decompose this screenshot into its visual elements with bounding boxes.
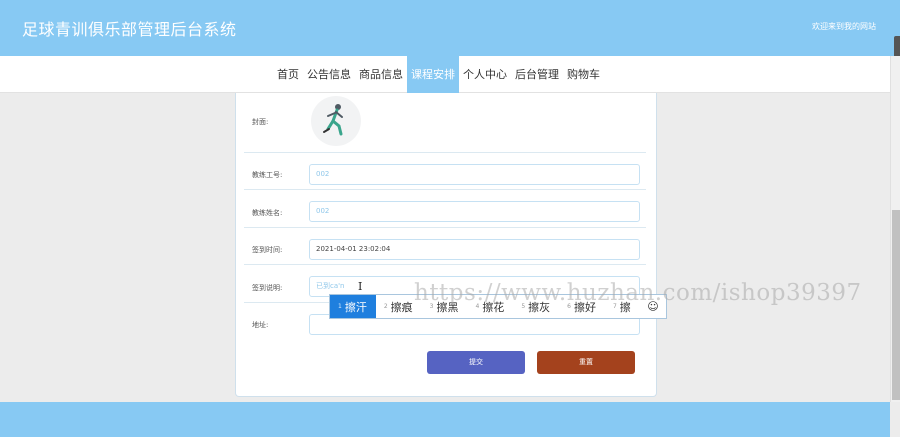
coach-id-field[interactable]: 002 (309, 164, 640, 185)
nav-items: 首页 公告信息 商品信息 课程安排 个人中心 后台管理 购物车 (273, 56, 604, 93)
ime-candidate[interactable]: 1 擦汗 (330, 295, 376, 318)
checkin-form-card: 封面: 教练工号: 002 教练姓名: 002 签到时间: 2021-04-01… (235, 93, 657, 397)
cover-label: 封面: (252, 118, 269, 126)
welcome-text: 欢迎来到我的网站 (812, 22, 876, 31)
divider (244, 227, 646, 228)
nav-item-cart[interactable]: 购物车 (563, 56, 604, 93)
site-title: 足球青训俱乐部管理后台系统 (22, 20, 237, 39)
reset-button[interactable]: 重置 (537, 351, 635, 374)
nav-item-home[interactable]: 首页 (273, 56, 303, 93)
coach-name-label: 教练姓名: (252, 209, 283, 217)
top-header: 足球青训俱乐部管理后台系统 欢迎来到我的网站 (0, 0, 900, 56)
coach-name-field[interactable]: 002 (309, 201, 640, 222)
checkin-time-label: 签到时间: (252, 246, 283, 254)
nav-item-admin[interactable]: 后台管理 (511, 56, 563, 93)
scrollbar-thumb[interactable] (892, 210, 900, 400)
checkin-note-label: 签到说明: (252, 284, 283, 292)
runner-icon (323, 104, 343, 136)
nav-item-products[interactable]: 商品信息 (355, 56, 407, 93)
text-cursor-icon: I (358, 280, 363, 293)
divider (244, 264, 646, 265)
coach-id-label: 教练工号: (252, 171, 283, 179)
address-label: 地址: (252, 321, 269, 329)
divider (244, 152, 646, 153)
page-scrollbar[interactable] (890, 56, 900, 402)
nav-item-personal-center[interactable]: 个人中心 (459, 56, 511, 93)
nav-item-course-schedule[interactable]: 课程安排 (407, 56, 459, 93)
submit-button[interactable]: 提交 (427, 351, 525, 374)
nav-item-notices[interactable]: 公告信息 (303, 56, 355, 93)
cover-image (311, 96, 361, 146)
divider (244, 189, 646, 190)
main-nav: 首页 公告信息 商品信息 课程安排 个人中心 后台管理 购物车 (0, 56, 890, 93)
watermark-text: https://www.huzhan.com/ishop39397 (414, 280, 862, 306)
checkin-time-field[interactable]: 2021-04-01 23:02:04 (309, 239, 640, 260)
footer-bar (0, 402, 890, 437)
